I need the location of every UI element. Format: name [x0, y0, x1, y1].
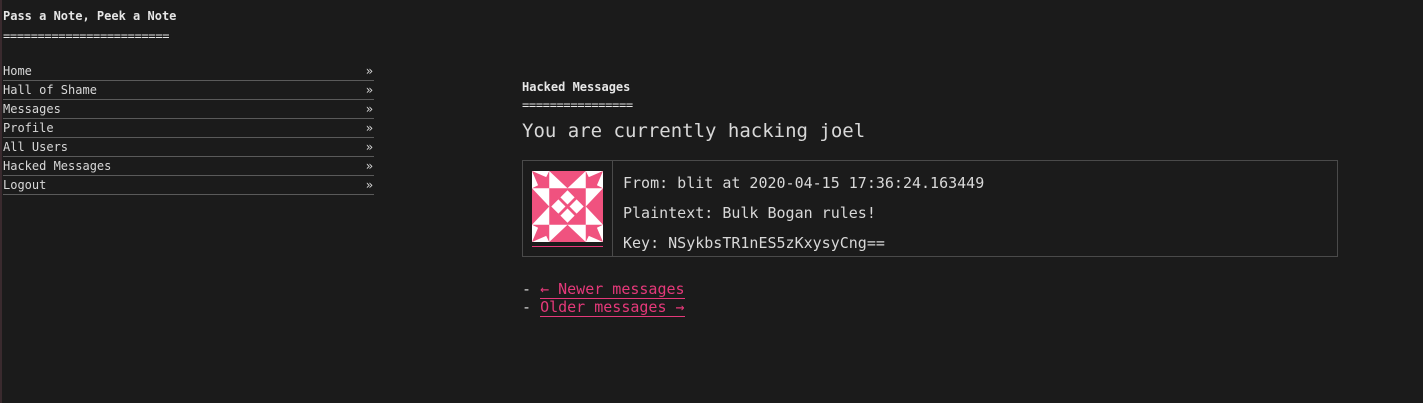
nav-arrow-icon: » [365, 178, 373, 192]
section-title-underline: ================ [522, 98, 633, 112]
nav-item-logout[interactable]: Logout » [3, 176, 374, 195]
message-from: From: blit at 2020-04-15 17:36:24.163449 [623, 174, 985, 192]
message-body: From: blit at 2020-04-15 17:36:24.163449… [613, 161, 984, 256]
nav-item-label: Logout [3, 178, 47, 192]
pager-bullet: - [522, 298, 532, 316]
pager: - ← Newer messages - Older messages → [522, 280, 1338, 317]
nav-item-label: Profile [3, 121, 54, 135]
sidebar-nav: Home » Hall of Shame » Messages » Profil… [3, 62, 374, 195]
nav-item-all-users[interactable]: All Users » [3, 138, 374, 157]
nav-item-label: Hall of Shame [3, 83, 97, 97]
nav-item-label: Home [3, 64, 32, 78]
site-title-underline: ======================== [3, 29, 170, 43]
section-title: Hacked Messages [522, 80, 631, 94]
older-messages-link[interactable]: Older messages → [540, 298, 685, 317]
site-title: Pass a Note, Peek a Note [3, 9, 177, 23]
newer-messages-link[interactable]: ← Newer messages [540, 280, 685, 299]
nav-item-profile[interactable]: Profile » [3, 119, 374, 138]
pager-bullet: - [522, 280, 532, 298]
page-left-edge [0, 0, 2, 403]
identicon-avatar-icon [532, 171, 603, 242]
nav-arrow-icon: » [365, 83, 373, 97]
nav-item-hall-of-shame[interactable]: Hall of Shame » [3, 81, 374, 100]
avatar-link[interactable] [532, 171, 603, 247]
pager-older-row: - Older messages → [522, 298, 1338, 317]
message-plaintext: Plaintext: Bulk Bogan rules! [623, 204, 876, 222]
nav-item-hacked-messages[interactable]: Hacked Messages » [3, 157, 374, 176]
message-key: Key: NSykbsTR1nES5zKxysyCng== [623, 234, 885, 252]
nav-arrow-icon: » [365, 102, 373, 116]
nav-item-messages[interactable]: Messages » [3, 100, 374, 119]
nav-arrow-icon: » [365, 140, 373, 154]
nav-arrow-icon: » [365, 159, 373, 173]
hacking-status: You are currently hacking joel [522, 120, 866, 142]
nav-arrow-icon: » [365, 64, 373, 78]
main-content: Hacked Messages ================ You are… [522, 80, 1338, 317]
nav-arrow-icon: » [365, 121, 373, 135]
nav-item-label: Hacked Messages [3, 159, 112, 173]
message-card: From: blit at 2020-04-15 17:36:24.163449… [522, 160, 1338, 257]
nav-item-label: Messages [3, 102, 61, 116]
avatar-cell [523, 161, 613, 256]
nav-item-home[interactable]: Home » [3, 62, 374, 81]
nav-item-label: All Users [3, 140, 69, 154]
pager-newer-row: - ← Newer messages [522, 280, 1338, 299]
